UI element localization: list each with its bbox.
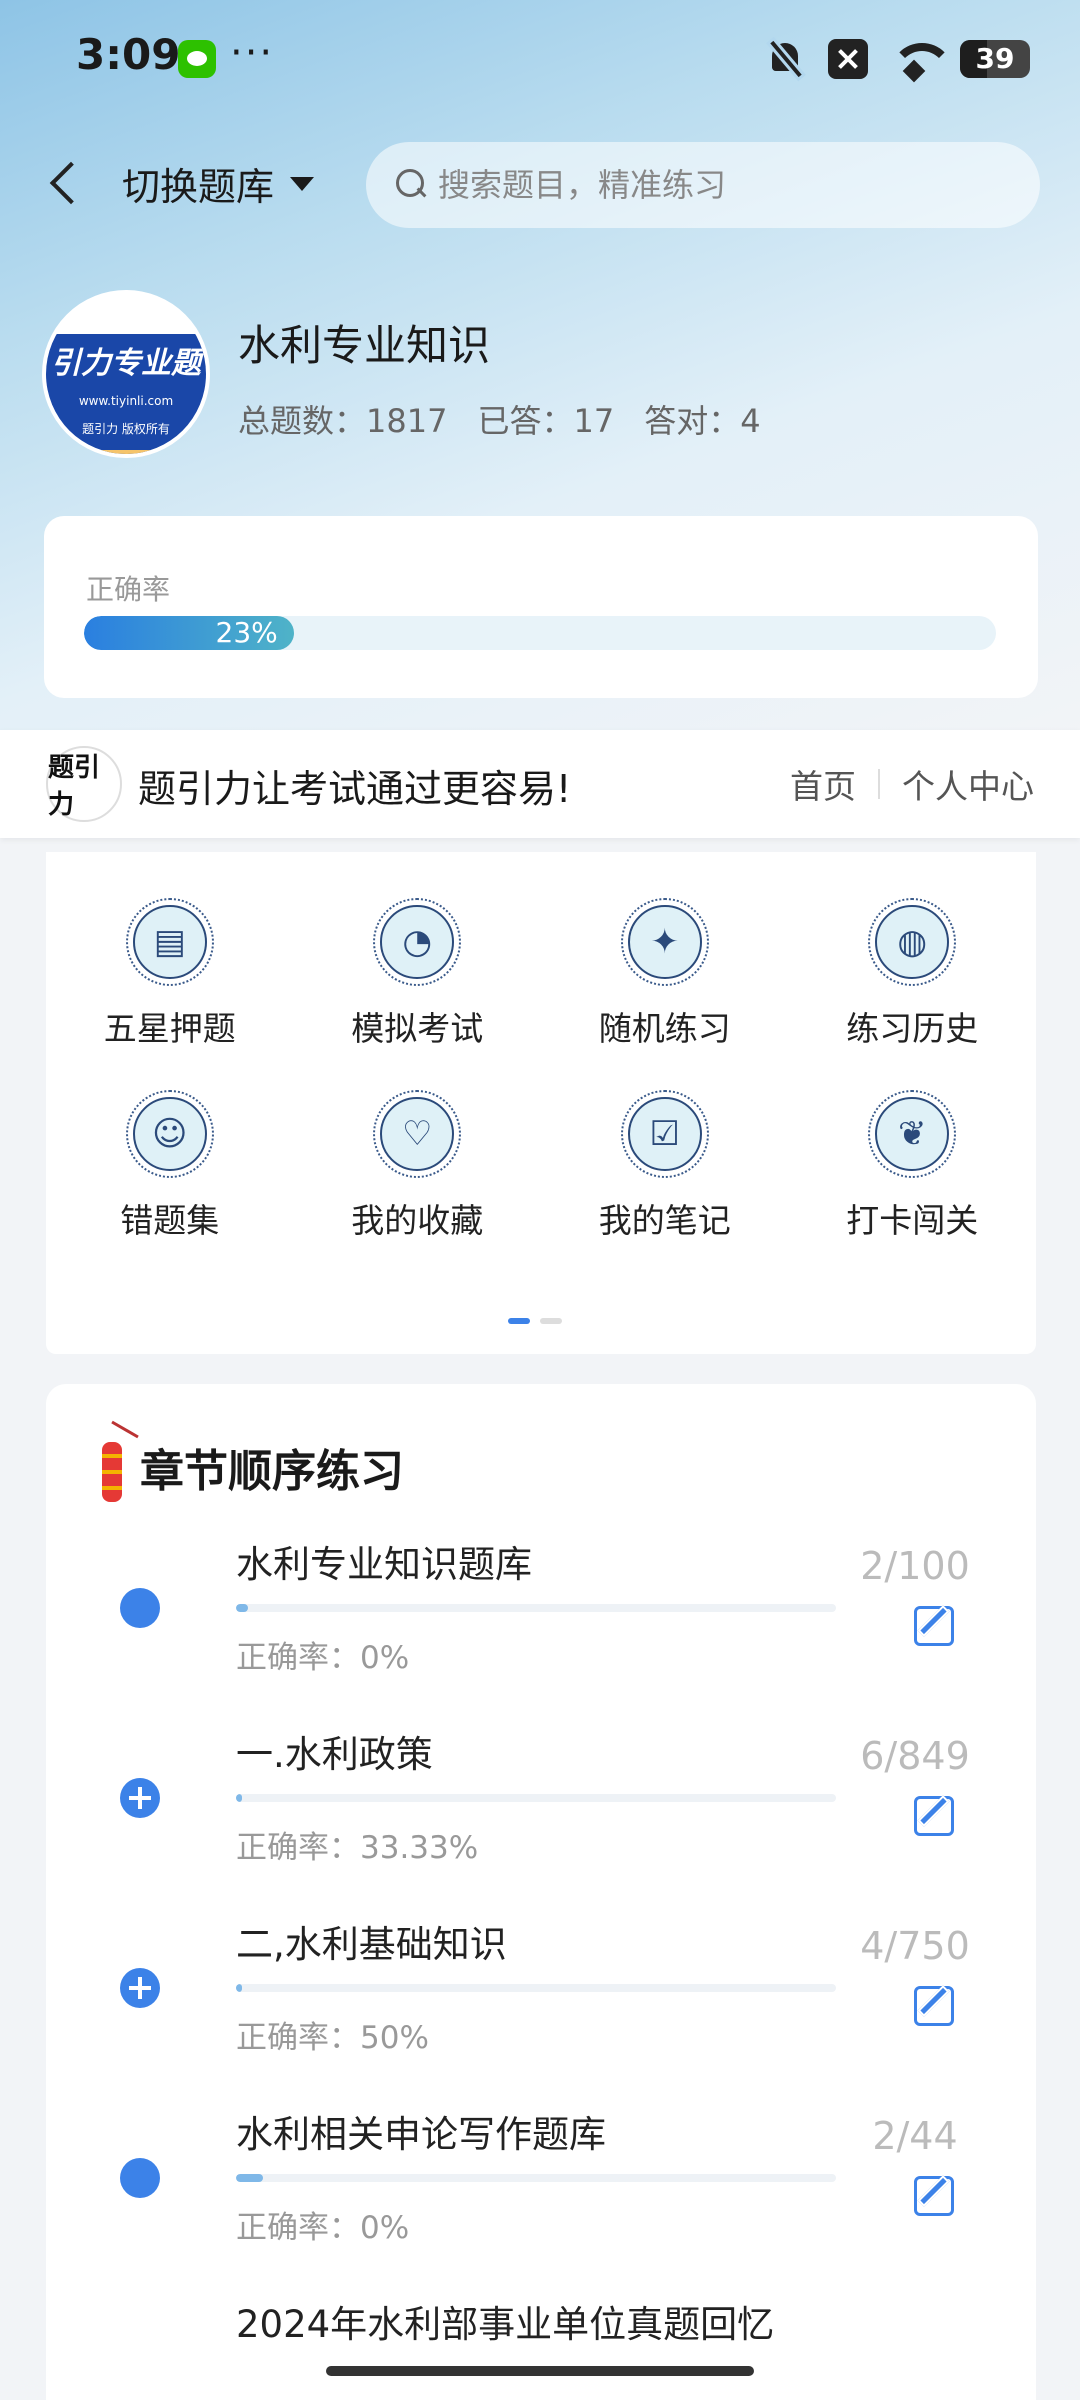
status-bar: 3:09 ··· 39	[0, 0, 1080, 120]
accuracy-card: 正确率 23%	[44, 516, 1038, 698]
chapter-count: 6/849	[860, 1734, 970, 1778]
menu-item[interactable]: ❦ 打卡闯关	[789, 1090, 1037, 1242]
head-icon: ☺	[125, 1090, 214, 1178]
bank-logo: 引力专业题 www.tiyinli.com 题引力 版权所有	[42, 290, 210, 458]
page-indicator	[508, 1318, 562, 1324]
more-notifications-icon: ···	[230, 30, 275, 76]
brand-slogan: 题引力让考试通过更容易!	[138, 767, 572, 811]
chapter-row[interactable]: 2024年水利部事业单位真题回忆	[46, 2294, 1036, 2400]
menu-item-label: 随机练习	[598, 1009, 731, 1048]
menu-item[interactable]: ✦ 随机练习	[541, 898, 789, 1050]
home-link[interactable]: 首页	[790, 760, 856, 808]
edit-icon[interactable]	[914, 2176, 954, 2216]
switch-bank-label: 切换题库	[122, 165, 275, 209]
menu-item[interactable]: ☺ 错题集	[46, 1090, 294, 1242]
bank-title: 水利专业知识	[238, 321, 491, 370]
chapter-row[interactable]: 水利专业知识题库正确率：0% 2/100	[46, 1534, 1036, 1724]
accuracy-bar: 23%	[84, 616, 996, 650]
note-check-icon: ☑	[620, 1090, 709, 1178]
mute-icon	[766, 39, 806, 79]
chapter-dot	[120, 1588, 160, 1628]
divider	[878, 769, 880, 799]
chapter-accuracy: 正确率：50%	[236, 2020, 429, 2056]
search-bar[interactable]	[366, 142, 1040, 228]
edit-icon[interactable]	[914, 1986, 954, 2026]
correct-count: 答对：4	[644, 402, 761, 440]
home-indicator[interactable]	[326, 2366, 754, 2376]
menu-item[interactable]: ♡ 我的收藏	[294, 1090, 542, 1242]
globe-icon: ◍	[868, 898, 957, 986]
edit-icon[interactable]	[914, 1796, 954, 1836]
search-input[interactable]	[438, 166, 998, 204]
caret-down-icon	[290, 176, 315, 191]
expand-icon[interactable]	[120, 1778, 160, 1818]
chapter-row[interactable]: 一.水利政策正确率：33.33% 6/849	[46, 1724, 1036, 1914]
chapter-accuracy: 正确率：33.33%	[236, 1830, 479, 1866]
function-menu: ▤ 五星押题 ◔ 模拟考试 ✦ 随机练习 ◍ 练习历史 ☺ 错题集 ♡ 我的收藏 ☑ 我的笔记 ❦ 打卡闯关	[46, 852, 1036, 1354]
chapter-accuracy: 正确率：0%	[236, 1640, 410, 1676]
speedometer-icon: ◔	[373, 898, 462, 986]
accuracy-fill: 23%	[84, 616, 294, 650]
menu-item[interactable]: ▤ 五星押题	[46, 898, 294, 1050]
menu-item-label: 练习历史	[846, 1009, 979, 1048]
chapter-name: 一.水利政策	[236, 1733, 433, 1776]
menu-item-label: 五星押题	[103, 1009, 236, 1048]
chapter-dot	[120, 2158, 160, 2198]
sprout-icon: ❦	[868, 1090, 957, 1178]
wechat-icon	[178, 40, 216, 78]
chapter-progress	[236, 2174, 836, 2182]
expand-icon[interactable]	[120, 1968, 160, 2008]
chapter-name: 水利相关申论写作题库	[236, 2113, 606, 2156]
total-count: 总题数：1817	[238, 402, 448, 440]
search-icon	[396, 169, 428, 201]
page-dot	[540, 1318, 562, 1324]
chapter-progress	[236, 1794, 836, 1802]
menu-item-label: 打卡闯关	[846, 1201, 979, 1240]
menu-item[interactable]: ◔ 模拟考试	[294, 898, 542, 1050]
chapter-name: 2024年水利部事业单位真题回忆	[236, 2303, 775, 2346]
chapter-name: 水利专业知识题库	[236, 1543, 532, 1586]
chapter-progress	[236, 1984, 836, 1992]
menu-item[interactable]: ◍ 练习历史	[789, 898, 1037, 1050]
clock: 3:09	[76, 30, 181, 79]
page-dot	[508, 1318, 530, 1324]
edit-icon[interactable]	[914, 1606, 954, 1646]
battery-level: 39	[975, 42, 1015, 75]
battery-icon: 39	[960, 40, 1030, 78]
menu-item-label: 错题集	[120, 1201, 220, 1240]
menu-item-label: 模拟考试	[351, 1009, 484, 1048]
network-icon: ✦	[620, 898, 709, 986]
switch-bank-button[interactable]: 切换题库	[122, 156, 315, 211]
chapter-count: 2/100	[860, 1544, 970, 1588]
menu-item[interactable]: ☑ 我的笔记	[541, 1090, 789, 1242]
chapter-count: 4/750	[860, 1924, 970, 1968]
no-sim-icon	[828, 39, 868, 79]
accuracy-label: 正确率	[86, 573, 171, 606]
firecracker-icon	[92, 1428, 132, 1506]
chapter-section-title: 章节顺序练习	[140, 1446, 404, 1497]
profile-link[interactable]: 个人中心	[902, 760, 1034, 808]
chapter-row[interactable]: 二,水利基础知识正确率：50% 4/750	[46, 1914, 1036, 2104]
bank-stats: 总题数：1817 已答：17 答对：4	[238, 396, 761, 442]
brand-banner: 题引力 题引力让考试通过更容易! 首页 个人中心	[0, 730, 1080, 838]
wifi-icon	[890, 39, 954, 79]
accuracy-value: 23%	[215, 616, 278, 649]
answered-count: 已答：17	[477, 402, 615, 440]
chapter-section: 章节顺序练习 水利专业知识题库正确率：0% 2/100 一.水利政策正确率：33.3…	[46, 1384, 1036, 2400]
menu-item-label: 我的笔记	[598, 1201, 731, 1240]
back-icon[interactable]	[44, 158, 84, 208]
heart-icon: ♡	[373, 1090, 462, 1178]
chapter-count: 2/44	[872, 2114, 958, 2158]
chapter-name: 二,水利基础知识	[236, 1923, 507, 1966]
menu-item-label: 我的收藏	[351, 1201, 484, 1240]
chapter-row[interactable]: 水利相关申论写作题库正确率：0% 2/44	[46, 2104, 1036, 2294]
chapter-progress	[236, 1604, 836, 1612]
brand-logo: 题引力	[46, 746, 122, 822]
chapter-accuracy: 正确率：0%	[236, 2210, 410, 2246]
id-card-icon: ▤	[125, 898, 214, 986]
